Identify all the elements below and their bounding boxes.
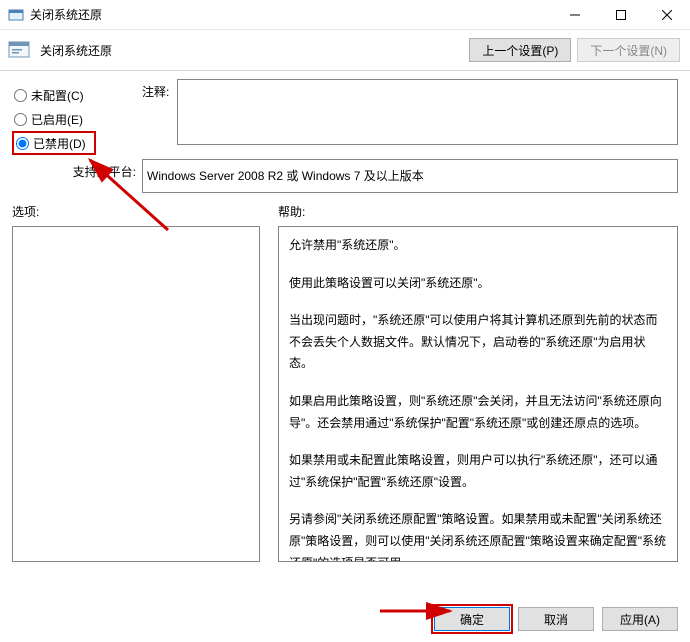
radio-disabled-label: 已禁用(D): [33, 135, 86, 152]
options-box: [12, 226, 260, 562]
policy-icon: [8, 40, 32, 60]
comment-textarea[interactable]: [177, 79, 678, 145]
next-setting-button: 下一个设置(N): [577, 38, 680, 62]
radio-disabled[interactable]: 已禁用(D): [12, 131, 96, 155]
maximize-button[interactable]: [598, 0, 644, 30]
help-box[interactable]: 允许禁用"系统还原"。使用此策略设置可以关闭"系统还原"。当出现问题时，"系统还…: [278, 226, 678, 562]
apply-button[interactable]: 应用(A): [602, 607, 678, 631]
minimize-button[interactable]: [552, 0, 598, 30]
radio-not-configured-label: 未配置(C): [31, 87, 84, 104]
platform-label: 支持的平台:: [73, 165, 136, 179]
help-paragraph: 如果禁用或未配置此策略设置，则用户可以执行"系统还原"，还可以通过"系统保护"配…: [289, 450, 667, 493]
window-title: 关闭系统还原: [30, 6, 552, 23]
radio-enabled[interactable]: 已启用(E): [12, 107, 142, 131]
platform-text: Windows Server 2008 R2 或 Windows 7 及以上版本: [147, 169, 424, 183]
close-button[interactable]: [644, 0, 690, 30]
cancel-button[interactable]: 取消: [518, 607, 594, 631]
policy-header: 关闭系统还原 上一个设置(P) 下一个设置(N): [0, 30, 690, 71]
help-paragraph: 如果启用此策略设置，则"系统还原"会关闭，并且无法访问"系统还原向导"。还会禁用…: [289, 391, 667, 434]
ok-button[interactable]: 确定: [434, 607, 510, 631]
previous-setting-button[interactable]: 上一个设置(P): [469, 38, 571, 62]
help-paragraph: 另请参阅"关闭系统还原配置"策略设置。如果禁用或未配置"关闭系统还原"策略设置，…: [289, 509, 667, 562]
help-label: 帮助:: [278, 203, 678, 220]
comment-label: 注释:: [142, 79, 177, 155]
radio-enabled-label: 已启用(E): [31, 111, 83, 128]
app-icon: [8, 7, 24, 23]
help-paragraph: 当出现问题时，"系统还原"可以使用户将其计算机还原到先前的状态而不会丢失个人数据…: [289, 310, 667, 375]
options-label: 选项:: [12, 203, 260, 220]
radio-enabled-input[interactable]: [14, 113, 27, 126]
radio-disabled-input[interactable]: [16, 137, 29, 150]
titlebar: 关闭系统还原: [0, 0, 690, 30]
platform-box: Windows Server 2008 R2 或 Windows 7 及以上版本: [142, 159, 678, 193]
state-radio-group: 未配置(C) 已启用(E) 已禁用(D): [12, 83, 142, 155]
bottom-button-bar: 确定 取消 应用(A): [434, 596, 690, 642]
help-paragraph: 允许禁用"系统还原"。: [289, 235, 667, 257]
radio-not-configured[interactable]: 未配置(C): [12, 83, 142, 107]
radio-not-configured-input[interactable]: [14, 89, 27, 102]
policy-title: 关闭系统还原: [40, 42, 463, 59]
help-paragraph: 使用此策略设置可以关闭"系统还原"。: [289, 273, 667, 295]
